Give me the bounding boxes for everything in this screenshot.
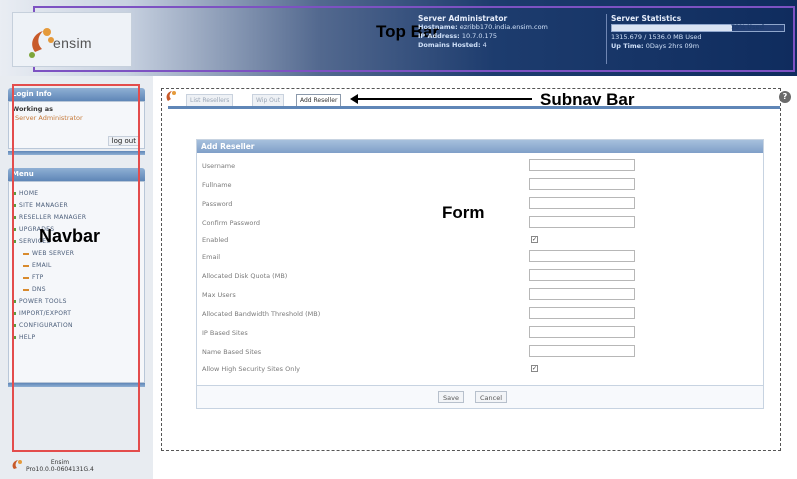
- disk-usage-label: 70% Used: [730, 24, 764, 31]
- tab-add-reseller[interactable]: Add Reseller: [296, 94, 342, 106]
- enabled-checkbox[interactable]: ✓: [531, 236, 538, 243]
- ip-label: IP Address:: [418, 32, 460, 40]
- name-based-sites-field[interactable]: [529, 345, 635, 357]
- annotation-arrow-line: [356, 98, 532, 100]
- email-field[interactable]: [529, 250, 635, 262]
- disk-usage-bar: 70% Used: [611, 24, 785, 32]
- ip-based-sites-label: IP Based Sites: [202, 329, 248, 337]
- brand-name: ensim: [53, 35, 92, 51]
- ensim-small-logo-icon: [12, 460, 22, 469]
- fullname-field[interactable]: [529, 178, 635, 190]
- section-logo-icon: [166, 91, 176, 101]
- server-panel-title: Server Administrator: [418, 14, 508, 23]
- navbar-annotation-box: [12, 84, 140, 452]
- stats-panel-title: Server Statistics: [611, 14, 682, 23]
- disk-quota-label: Allocated Disk Quota (MB): [202, 272, 288, 280]
- password-label: Password: [202, 200, 233, 208]
- hostname-value: ezribb170.india.ensim.com: [459, 23, 548, 31]
- high-security-label: Allow High Security Sites Only: [202, 365, 301, 373]
- tab-list-resellers[interactable]: List Resellers: [186, 94, 234, 106]
- version-info: Ensim Pro10.0.0-0604131G.4: [26, 459, 94, 473]
- max-users-label: Max Users: [202, 291, 236, 299]
- annotation-subnav-label: Subnav Bar: [540, 90, 635, 109]
- username-label: Username: [202, 162, 236, 170]
- cancel-button[interactable]: Cancel: [475, 391, 508, 403]
- domains-label: Domains Hosted:: [418, 41, 481, 49]
- tab-wip-out[interactable]: Wip Out: [252, 94, 285, 106]
- add-reseller-form: Add Reseller Username Fullname Password …: [196, 139, 764, 409]
- uptime-value: 0Days 2hrs 09m: [645, 42, 700, 50]
- name-based-sites-label: Name Based Sites: [202, 348, 262, 356]
- hostname-label: Hostname:: [418, 23, 458, 31]
- subnav-bar: [168, 106, 780, 109]
- footer-line-2: Pro10.0.0-0604131G.4: [26, 466, 94, 473]
- disk-usage-fill: [612, 25, 733, 31]
- max-users-field[interactable]: [529, 288, 635, 300]
- domains-value: 4: [482, 41, 487, 49]
- sidebar-footer: Ensim Pro10.0.0-0604131G.4: [6, 455, 146, 477]
- fullname-label: Fullname: [202, 181, 232, 189]
- save-button[interactable]: Save: [438, 391, 464, 403]
- footer-line-1: Ensim: [50, 459, 70, 466]
- disk-usage-text: 1315.679 / 1536.0 MB Used: [611, 33, 702, 41]
- bandwidth-label: Allocated Bandwidth Threshold (MB): [202, 310, 321, 318]
- password-field[interactable]: [529, 197, 635, 209]
- ip-based-sites-field[interactable]: [529, 326, 635, 338]
- form-title: Add Reseller: [197, 140, 763, 153]
- annotation-navbar-label: Navbar: [39, 226, 101, 246]
- app-frame: ensim Top Bar Server Administrator Hostn…: [0, 0, 797, 479]
- confirm-password-field[interactable]: [529, 216, 635, 228]
- username-field[interactable]: [529, 159, 635, 171]
- bandwidth-field[interactable]: [529, 307, 635, 319]
- form-footer: Save Cancel: [197, 385, 763, 408]
- enabled-label: Enabled: [202, 236, 229, 244]
- uptime-label: Up Time:: [611, 42, 644, 50]
- server-info-panel: Server Administrator Hostname: ezribb170…: [418, 14, 602, 64]
- annotation-form-label: Form: [442, 203, 485, 222]
- confirm-password-label: Confirm Password: [202, 219, 261, 227]
- help-icon[interactable]: ?: [779, 91, 791, 103]
- brand-logo[interactable]: ensim: [12, 12, 132, 67]
- email-label: Email: [202, 253, 221, 261]
- disk-quota-field[interactable]: [529, 269, 635, 281]
- ip-value: 10.7.0.175: [461, 32, 497, 40]
- high-security-checkbox[interactable]: ✓: [531, 365, 538, 372]
- server-stats-panel: Server Statistics 70% Used 1315.679 / 15…: [606, 14, 797, 64]
